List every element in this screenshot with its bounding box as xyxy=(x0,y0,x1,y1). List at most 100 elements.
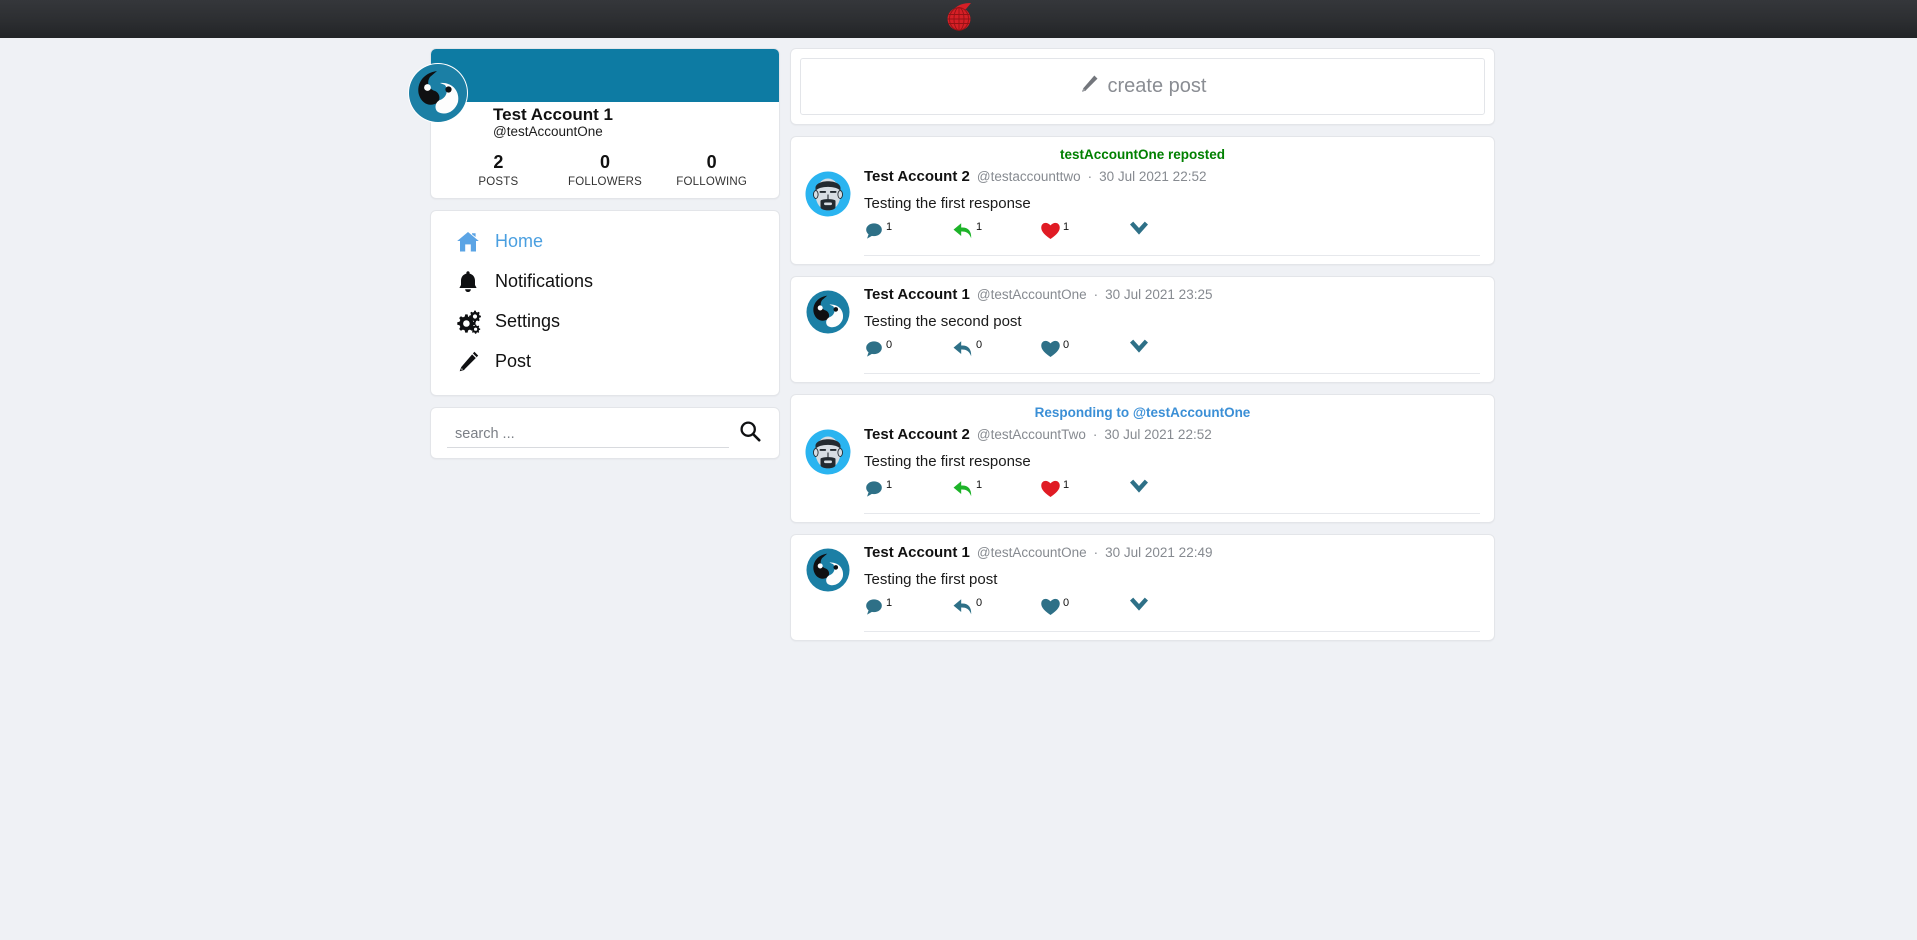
post-author[interactable]: Test Account 2 xyxy=(864,426,970,444)
repost-button[interactable]: 0 xyxy=(952,597,1040,622)
compose-card: create post xyxy=(790,48,1495,125)
post-actions: 0 0 0 xyxy=(864,339,1480,371)
red-globe-logo[interactable] xyxy=(946,2,972,37)
heart-icon xyxy=(1040,597,1061,621)
comment-count: 0 xyxy=(886,339,893,351)
repost-count: 0 xyxy=(976,597,983,609)
avatar[interactable] xyxy=(805,171,851,217)
post-divider xyxy=(864,513,1480,514)
chevron-down-icon xyxy=(1128,221,1150,244)
post-text: Testing the second post xyxy=(864,313,1022,330)
more-options-button[interactable] xyxy=(1128,479,1216,504)
create-post-button[interactable]: create post xyxy=(800,58,1485,115)
like-button[interactable]: 1 xyxy=(1040,479,1128,504)
comment-button[interactable]: 1 xyxy=(864,221,952,246)
avatar[interactable] xyxy=(805,429,851,475)
search-input[interactable] xyxy=(447,423,729,448)
comment-count: 1 xyxy=(886,221,893,233)
post-timestamp: 30 Jul 2021 23:25 xyxy=(1105,287,1213,302)
sidebar-item-post-label: Post xyxy=(495,351,532,372)
repost-banner[interactable]: testAccountOne reposted xyxy=(805,147,1480,162)
profile-banner xyxy=(431,49,779,102)
post-handle[interactable]: @testAccountOne xyxy=(977,287,1087,303)
post-divider xyxy=(864,255,1480,256)
feed-column: create post testAccountOne reposted Test… xyxy=(790,48,1495,641)
repost-count: 1 xyxy=(976,221,983,233)
post-author[interactable]: Test Account 2 xyxy=(864,168,970,186)
heart-icon xyxy=(1040,221,1061,245)
stat-followers[interactable]: 0 FOLLOWERS xyxy=(552,152,659,188)
repost-icon xyxy=(952,479,974,504)
post-handle[interactable]: @testAccountOne xyxy=(977,545,1087,561)
stat-followers-label: FOLLOWERS xyxy=(568,175,643,188)
post-separator: · xyxy=(1087,169,1093,184)
more-options-button[interactable] xyxy=(1128,221,1216,246)
post-author[interactable]: Test Account 1 xyxy=(864,286,970,304)
heart-icon xyxy=(1040,479,1061,503)
post-author[interactable]: Test Account 1 xyxy=(864,544,970,562)
like-button[interactable]: 0 xyxy=(1040,339,1128,364)
more-options-button[interactable] xyxy=(1128,597,1216,622)
sidebar-item-settings-label: Settings xyxy=(495,311,561,332)
stat-following-label: FOLLOWING xyxy=(676,175,748,188)
top-header-bar xyxy=(0,0,1917,38)
post-text: Testing the first response xyxy=(864,195,1031,212)
post-actions: 1 1 1 xyxy=(864,221,1480,253)
profile-names: Test Account 1 @testAccountOne xyxy=(445,102,765,139)
repost-button[interactable]: 0 xyxy=(952,339,1040,364)
comment-icon xyxy=(864,339,884,364)
post-card: Test Account 1 @testAccountOne · 30 Jul … xyxy=(790,534,1495,641)
stat-posts[interactable]: 2 POSTS xyxy=(445,152,552,188)
repost-icon xyxy=(952,597,974,622)
comment-button[interactable]: 0 xyxy=(864,339,952,364)
search-icon xyxy=(739,420,761,445)
like-button[interactable]: 0 xyxy=(1040,597,1128,622)
post-divider xyxy=(864,373,1480,374)
sidebar-item-settings[interactable]: Settings xyxy=(431,302,779,342)
stat-following-value: 0 xyxy=(706,152,717,173)
left-sidebar: Test Account 1 @testAccountOne 2 POSTS 0… xyxy=(408,48,780,459)
comment-icon xyxy=(864,479,884,504)
post-timestamp: 30 Jul 2021 22:49 xyxy=(1105,545,1213,560)
sidebar-item-home[interactable]: Home xyxy=(431,222,779,262)
post-timestamp: 30 Jul 2021 22:52 xyxy=(1104,427,1212,442)
avatar[interactable] xyxy=(805,289,851,335)
repost-button[interactable]: 1 xyxy=(952,479,1040,504)
more-options-button[interactable] xyxy=(1128,339,1216,364)
post-handle[interactable]: @testAccountTwo xyxy=(977,427,1086,443)
comment-button[interactable]: 1 xyxy=(864,597,952,622)
sidebar-item-notifications-label: Notifications xyxy=(495,271,594,292)
comment-icon xyxy=(864,221,884,246)
sidebar-item-post[interactable]: Post xyxy=(431,342,779,382)
post-timestamp: 30 Jul 2021 22:52 xyxy=(1099,169,1207,184)
repost-icon xyxy=(952,339,974,364)
post-divider xyxy=(864,631,1480,632)
repost-button[interactable]: 1 xyxy=(952,221,1040,246)
sidebar-item-home-label: Home xyxy=(495,231,544,252)
stat-posts-value: 2 xyxy=(493,152,504,173)
repost-count: 0 xyxy=(976,339,983,351)
post-card: Test Account 1 @testAccountOne · 30 Jul … xyxy=(790,276,1495,383)
avatar[interactable] xyxy=(805,547,851,593)
chevron-down-icon xyxy=(1128,339,1150,362)
comment-count: 1 xyxy=(886,597,893,609)
home-icon xyxy=(455,229,481,255)
pencil-icon xyxy=(1079,74,1099,99)
post-handle[interactable]: @testaccounttwo xyxy=(977,169,1081,185)
post-separator: · xyxy=(1092,427,1098,442)
like-count: 0 xyxy=(1063,597,1070,609)
sidebar-nav: Home Notifications Settings Post xyxy=(430,209,780,396)
profile-display-name: Test Account 1 xyxy=(493,105,613,124)
like-button[interactable]: 1 xyxy=(1040,221,1128,246)
post-separator: · xyxy=(1093,545,1099,560)
post-actions: 1 1 1 xyxy=(864,479,1480,511)
page-body: Test Account 1 @testAccountOne 2 POSTS 0… xyxy=(0,38,1917,641)
comment-button[interactable]: 1 xyxy=(864,479,952,504)
reply-banner[interactable]: Responding to @testAccountOne xyxy=(805,405,1480,420)
profile-avatar[interactable] xyxy=(407,62,469,124)
comment-icon xyxy=(864,597,884,622)
repost-icon xyxy=(952,221,974,246)
stat-following[interactable]: 0 FOLLOWING xyxy=(658,152,765,188)
search-button[interactable] xyxy=(739,420,763,448)
sidebar-item-notifications[interactable]: Notifications xyxy=(431,262,779,302)
